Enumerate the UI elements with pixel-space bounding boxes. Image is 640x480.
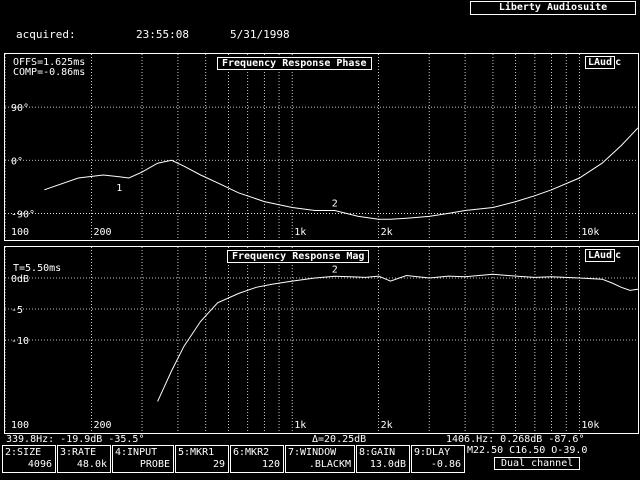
window-key[interactable]: 7:WINDOW .BLACKM <box>285 445 355 473</box>
rate-key[interactable]: 3:RATE 48.0k <box>57 445 111 473</box>
x-tick-label: 100 <box>11 420 29 431</box>
marker2-readout: 1406.Hz: 0.268dB -87.6° <box>446 434 585 445</box>
size-key[interactable]: 2:SIZE 4096 <box>2 445 56 473</box>
mkr2-key[interactable]: 6:MKR2 120 <box>230 445 284 473</box>
y-tick-label: 90° <box>11 103 29 114</box>
x-tick-label: 100 <box>11 227 29 238</box>
x-tick-label: 10k <box>581 420 599 431</box>
input-key[interactable]: 4:INPUT PROBE <box>112 445 174 473</box>
phase-panel-title: Frequency Response Phase <box>217 57 372 70</box>
gain-key[interactable]: 8:GAIN 13.0dB <box>356 445 410 473</box>
marker-2: 2 <box>332 264 338 275</box>
dual-channel-indicator[interactable]: Dual channel <box>494 457 581 470</box>
y-tick-label: -5 <box>11 305 23 316</box>
phase-panel: 90° 0° -90° 100 200 1k 2k 10k 1 2 OFFS=1.625ms CO… <box>4 53 639 241</box>
mag-panel-title: Frequency Response Mag <box>227 250 370 263</box>
app-title: Liberty Audiosuite <box>470 1 636 15</box>
mag-chart: 0dB -5 -10 100 200 1k 2k 10k 2 <box>5 247 638 433</box>
y-tick-label: 0dB <box>11 274 29 285</box>
x-tick-label: 1k <box>294 420 306 431</box>
y-tick-label: -90° <box>11 209 35 220</box>
function-key-bar: 2:SIZE 4096 3:RATE 48.0k 4:INPUT PROBE 5:MK… <box>0 445 640 473</box>
laud-logo: LAud c <box>585 249 621 262</box>
t-readout: T=5.50ms <box>13 263 62 274</box>
marker-2: 2 <box>332 198 338 209</box>
marker1-readout: 339.8Hz: -19.9dB -35.5° <box>6 434 145 445</box>
laud-logo: LAud c <box>585 56 621 69</box>
x-tick-label: 2k <box>381 420 393 431</box>
x-tick-label: 200 <box>93 420 111 431</box>
x-tick-label: 2k <box>381 227 393 238</box>
delay-key[interactable]: 9:DLAY -0.86 <box>411 445 465 473</box>
marker-1: 1 <box>116 183 122 194</box>
delta-readout: Δ=20.25dB <box>312 434 367 445</box>
phase-chart: 90° 0° -90° 100 200 1k 2k 10k 1 2 <box>5 54 638 240</box>
x-tick-label: 200 <box>93 227 111 238</box>
mco-readout: M22.50 C16.50 O-39.0 <box>467 445 588 456</box>
acquired-time: 23:55:08 <box>136 28 189 41</box>
x-tick-label: 1k <box>294 227 306 238</box>
y-tick-label: -10 <box>11 336 29 347</box>
mag-panel: 0dB -5 -10 100 200 1k 2k 10k 2 T=5.50ms Frequenc… <box>4 246 639 434</box>
series-line <box>44 127 638 220</box>
mkr1-key[interactable]: 5:MKR1 29 <box>175 445 229 473</box>
x-tick-label: 10k <box>581 227 599 238</box>
y-tick-label: 0° <box>11 156 23 167</box>
acquired-date: 5/31/1998 <box>230 28 290 41</box>
acquired-label: acquired: <box>16 28 76 41</box>
comp-readout: COMP=-0.86ms <box>13 67 86 78</box>
